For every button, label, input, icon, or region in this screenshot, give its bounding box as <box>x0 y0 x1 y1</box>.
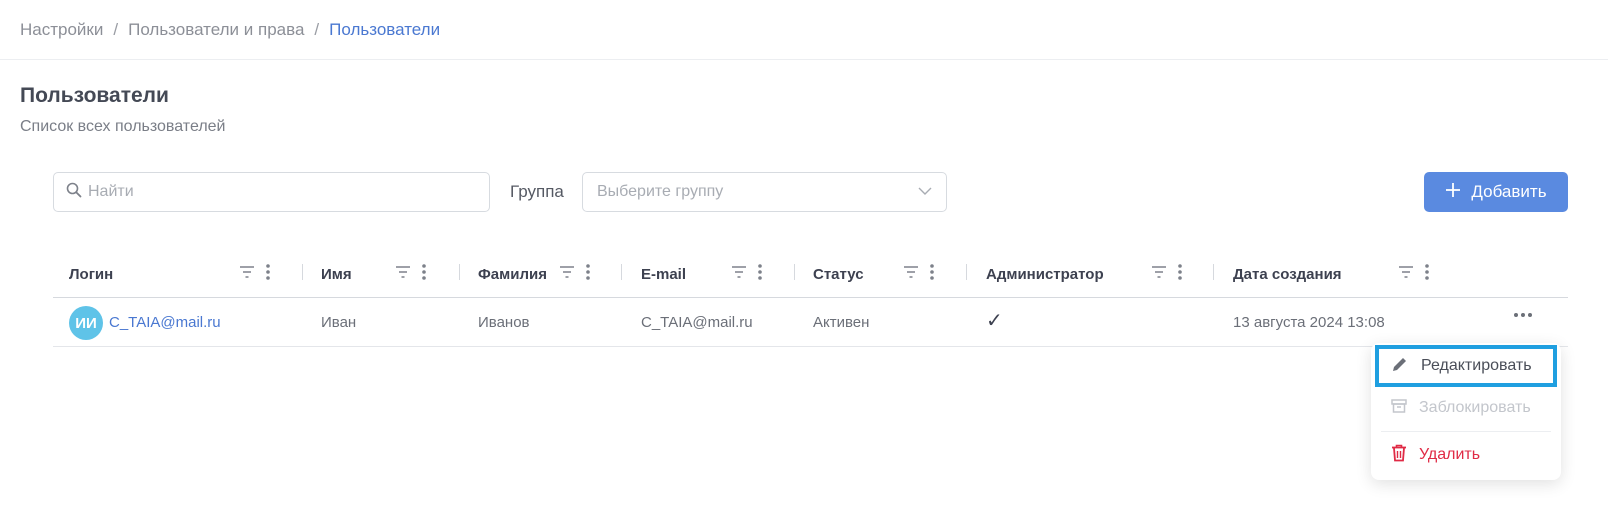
delete-menu-item[interactable]: Удалить <box>1375 434 1557 476</box>
check-icon: ✓ <box>986 310 1003 332</box>
filter-icon[interactable] <box>903 265 919 284</box>
kebab-icon[interactable] <box>757 263 763 286</box>
filter-icon[interactable] <box>559 265 575 284</box>
kebab-icon[interactable] <box>1177 263 1183 286</box>
breadcrumb-current: Пользователи <box>329 20 441 39</box>
more-horizontal-icon[interactable] <box>1513 308 1533 327</box>
table-row[interactable]: ИИ C_TAIA@mail.ru Иван Иванов C_TAIA@mai… <box>53 298 1568 347</box>
column-header-admin[interactable]: Администратор <box>986 266 1104 283</box>
column-header-status[interactable]: Статус <box>813 266 864 283</box>
column-header-email[interactable]: E-mail <box>641 266 686 283</box>
kebab-icon[interactable] <box>265 263 271 286</box>
edit-menu-label: Редактировать <box>1421 357 1532 374</box>
edit-menu-item[interactable]: Редактировать <box>1375 345 1557 387</box>
row-actions-menu: Редактировать Заблокировать Удалить <box>1371 343 1561 480</box>
column-separator[interactable] <box>459 264 460 280</box>
filter-icon[interactable] <box>239 265 255 284</box>
cell-status: Активен <box>813 314 870 331</box>
breadcrumb-users-and-rights[interactable]: Пользователи и права <box>128 20 304 40</box>
breadcrumb-separator: / <box>314 20 320 39</box>
breadcrumb-separator: / <box>113 20 119 39</box>
column-header-created[interactable]: Дата создания <box>1233 266 1342 283</box>
login-link[interactable]: C_TAIA@mail.ru <box>109 314 221 331</box>
group-select-placeholder: Выберите группу <box>597 183 724 200</box>
archive-icon <box>1391 398 1407 418</box>
block-menu-item[interactable]: Заблокировать <box>1375 387 1557 429</box>
cell-created: 13 августа 2024 13:08 <box>1233 314 1385 331</box>
column-separator[interactable] <box>794 264 795 280</box>
column-separator[interactable] <box>1213 264 1214 280</box>
kebab-icon[interactable] <box>929 263 935 286</box>
page-title: Пользователи <box>20 84 169 107</box>
avatar: ИИ <box>69 306 103 340</box>
add-button-label: Добавить <box>1471 182 1547 201</box>
plus-icon <box>1445 182 1461 203</box>
cell-email: C_TAIA@mail.ru <box>641 314 753 331</box>
column-header-last-name[interactable]: Фамилия <box>478 266 547 283</box>
table-header: Логин Имя Фамилия E-mail Статус Админист… <box>53 250 1568 298</box>
column-header-first-name[interactable]: Имя <box>321 266 352 283</box>
add-user-button[interactable]: Добавить <box>1424 172 1568 212</box>
filter-icon[interactable] <box>1398 265 1414 284</box>
header-divider <box>0 59 1608 60</box>
search-icon <box>66 182 82 203</box>
group-label: Группа <box>510 182 564 201</box>
column-separator[interactable] <box>302 264 303 280</box>
group-select[interactable]: Выберите группу <box>582 172 947 212</box>
search-placeholder: Найти <box>88 183 134 200</box>
filter-icon[interactable] <box>1151 265 1167 284</box>
kebab-icon[interactable] <box>1424 263 1430 286</box>
breadcrumb: Настройки / Пользователи и права / Польз… <box>20 20 440 40</box>
kebab-icon[interactable] <box>421 263 427 286</box>
trash-icon <box>1391 444 1407 467</box>
filter-icon[interactable] <box>731 265 747 284</box>
search-input[interactable]: Найти <box>53 172 490 212</box>
block-menu-label: Заблокировать <box>1419 399 1531 416</box>
page-subtitle: Список всех пользователей <box>20 118 226 135</box>
column-separator[interactable] <box>621 264 622 280</box>
delete-menu-label: Удалить <box>1419 446 1481 463</box>
cell-first-name: Иван <box>321 314 357 331</box>
pencil-icon <box>1391 355 1409 378</box>
breadcrumb-settings[interactable]: Настройки <box>20 20 103 40</box>
kebab-icon[interactable] <box>585 263 591 286</box>
filter-icon[interactable] <box>395 265 411 284</box>
chevron-down-icon <box>918 183 932 201</box>
menu-divider <box>1381 431 1551 432</box>
column-separator[interactable] <box>966 264 967 280</box>
cell-last-name: Иванов <box>478 314 530 331</box>
column-header-login[interactable]: Логин <box>69 266 113 283</box>
